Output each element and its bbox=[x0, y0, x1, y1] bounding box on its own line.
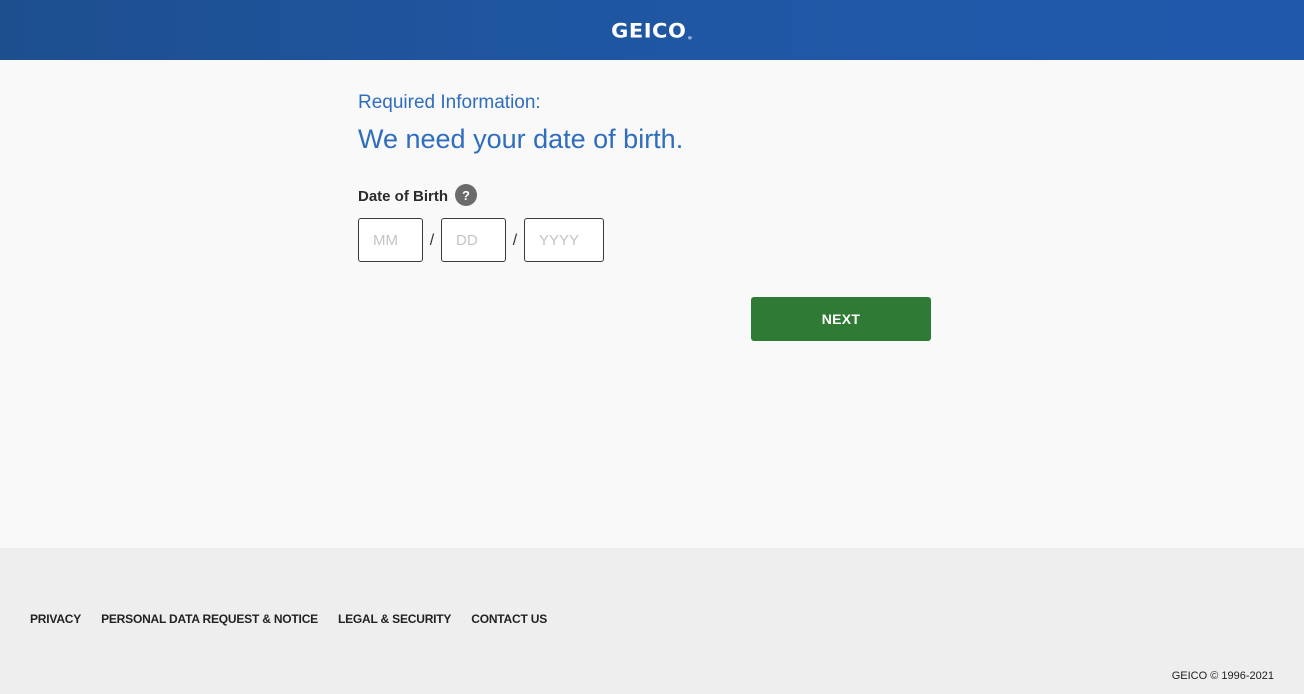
question-circle-icon[interactable]: ? bbox=[455, 184, 477, 206]
site-header: GEICO® bbox=[0, 0, 1304, 60]
footer-links: PRIVACY PERSONAL DATA REQUEST & NOTICE L… bbox=[30, 612, 567, 626]
footer-link-privacy[interactable]: PRIVACY bbox=[30, 612, 81, 626]
dob-label-row: Date of Birth ? bbox=[358, 184, 477, 207]
dob-fields: / / bbox=[358, 218, 604, 262]
copyright-text: GEICO © 1996-2021 bbox=[1171, 670, 1274, 682]
footer-link-contact-us[interactable]: CONTACT US bbox=[471, 612, 547, 626]
site-footer: PRIVACY PERSONAL DATA REQUEST & NOTICE L… bbox=[0, 548, 1304, 694]
date-separator: / bbox=[512, 232, 518, 249]
month-input[interactable] bbox=[358, 218, 423, 262]
required-info-subtitle: Required Information: bbox=[358, 92, 541, 113]
date-separator: / bbox=[429, 232, 435, 249]
footer-link-legal-security[interactable]: LEGAL & SECURITY bbox=[338, 612, 451, 626]
page-title: We need your date of birth. bbox=[358, 124, 684, 154]
logo-text: GEICO bbox=[611, 19, 687, 42]
year-input[interactable] bbox=[524, 218, 604, 262]
registered-mark: ® bbox=[687, 35, 693, 41]
next-button[interactable]: NEXT bbox=[751, 297, 931, 341]
dob-label: Date of Birth bbox=[358, 187, 448, 205]
geico-logo[interactable]: GEICO® bbox=[611, 21, 693, 41]
day-input[interactable] bbox=[441, 218, 506, 262]
footer-link-personal-data[interactable]: PERSONAL DATA REQUEST & NOTICE bbox=[101, 612, 318, 626]
